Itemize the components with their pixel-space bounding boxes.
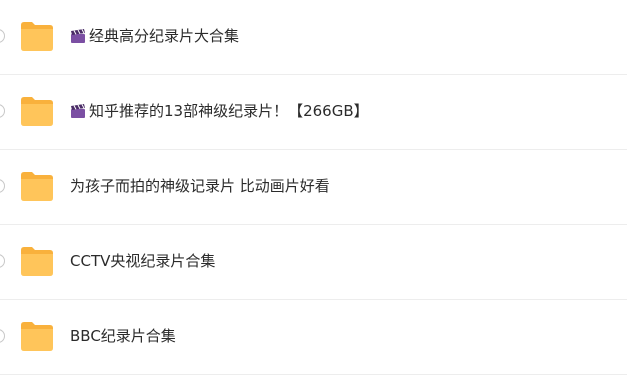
- list-item[interactable]: 知乎推荐的13部神级纪录片！【266GB】: [0, 75, 627, 150]
- folder-name[interactable]: BBC纪录片合集: [70, 326, 176, 346]
- select-checkbox[interactable]: [0, 329, 5, 343]
- clapper-board-icon: [71, 29, 85, 43]
- list-item[interactable]: 经典高分纪录片大合集: [0, 0, 627, 75]
- folder-name-text: 为孩子而拍的神级记录片 比动画片好看: [70, 177, 330, 195]
- file-list: 经典高分纪录片大合集 知乎推荐的13部神级纪录片！【266GB】 为孩子而拍的神…: [0, 0, 627, 377]
- folder-icon: [21, 22, 53, 51]
- folder-name-text: 经典高分纪录片大合集: [89, 27, 240, 45]
- select-checkbox[interactable]: [0, 179, 5, 193]
- list-item[interactable]: 为孩子而拍的神级记录片 比动画片好看: [0, 150, 627, 225]
- list-item[interactable]: CCTV央视纪录片合集: [0, 225, 627, 300]
- folder-icon: [21, 247, 53, 276]
- select-checkbox[interactable]: [0, 29, 5, 43]
- clapper-board-icon: [71, 104, 85, 118]
- folder-icon: [21, 97, 53, 126]
- folder-name[interactable]: CCTV央视纪录片合集: [70, 251, 215, 271]
- folder-name-text: CCTV央视纪录片合集: [70, 252, 216, 270]
- folder-name[interactable]: 经典高分纪录片大合集: [70, 26, 239, 46]
- folder-icon: [21, 322, 53, 351]
- folder-name-text: 知乎推荐的13部神级纪录片！【266GB】: [89, 102, 369, 120]
- folder-name-text: BBC纪录片合集: [70, 327, 176, 345]
- folder-name[interactable]: 知乎推荐的13部神级纪录片！【266GB】: [70, 101, 369, 121]
- list-item[interactable]: BBC纪录片合集: [0, 300, 627, 375]
- folder-name[interactable]: 为孩子而拍的神级记录片 比动画片好看: [70, 176, 330, 196]
- select-checkbox[interactable]: [0, 254, 5, 268]
- select-checkbox[interactable]: [0, 104, 5, 118]
- folder-icon: [21, 172, 53, 201]
